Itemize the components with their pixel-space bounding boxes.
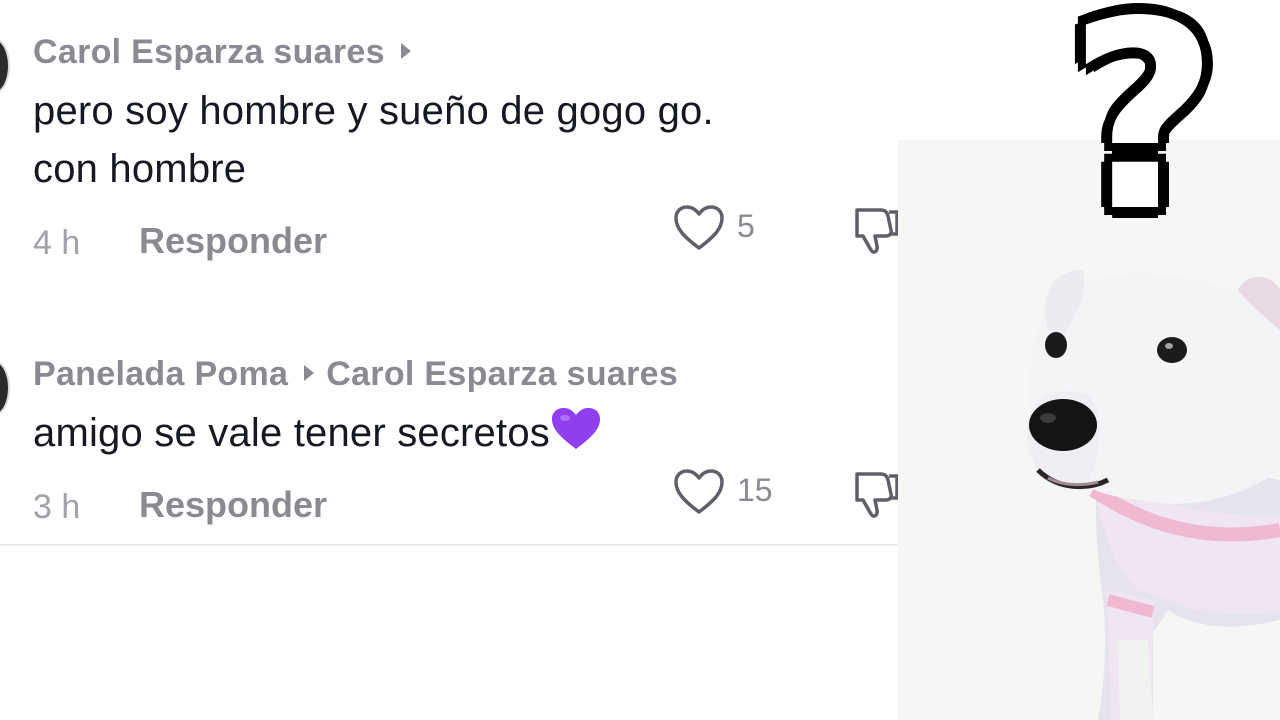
- dog-icon: [1027, 270, 1280, 720]
- heart-outline-icon[interactable]: [673, 468, 725, 516]
- divider: [0, 544, 898, 546]
- avatar[interactable]: [0, 38, 10, 94]
- comment-list: Carol Esparza suares pero soy hombre y s…: [0, 0, 900, 560]
- comment-text-line: pero soy hombre y sueño de gogo go.: [33, 89, 714, 133]
- meme-panel: ?: [898, 0, 1280, 720]
- heart-outline-icon[interactable]: [673, 204, 725, 252]
- reply-button[interactable]: Responder: [139, 484, 327, 526]
- dislike-icon[interactable]: [851, 202, 899, 258]
- avatar[interactable]: [0, 360, 10, 416]
- comment-actions: 3 h Responder 15: [33, 469, 899, 540]
- comment-author[interactable]: Carol Esparza suares: [33, 33, 385, 71]
- reply-arrow-icon: [304, 365, 315, 382]
- comment-text-line: amigo se vale tener secretos: [33, 411, 550, 455]
- comment-author[interactable]: Panelada Poma: [33, 355, 288, 393]
- reply-arrow-icon: [400, 43, 411, 60]
- replied-to-author[interactable]: Carol Esparza suares: [326, 355, 678, 393]
- comment-header: Carol Esparza suares: [33, 28, 898, 76]
- comment-actions: 4 h Responder 5: [33, 205, 899, 276]
- comment-timestamp: 3 h: [33, 488, 81, 526]
- like-count: 15: [737, 472, 773, 508]
- comment-text: amigo se vale tener secretos: [33, 404, 898, 462]
- comment-item: Panelada Poma Carol Esparza suares amigo …: [33, 350, 899, 540]
- purple-heart-icon: [551, 408, 600, 450]
- comment-text-line: con hombre: [33, 147, 247, 191]
- comment-header: Panelada Poma Carol Esparza suares: [33, 350, 898, 398]
- comment-text: pero soy hombre y sueño de gogo go. con …: [33, 82, 898, 198]
- like-count: 5: [737, 208, 755, 244]
- comment-timestamp: 4 h: [33, 224, 81, 262]
- comment-item: Carol Esparza suares pero soy hombre y s…: [33, 28, 899, 276]
- reply-button[interactable]: Responder: [139, 220, 327, 262]
- dislike-icon[interactable]: [851, 466, 899, 522]
